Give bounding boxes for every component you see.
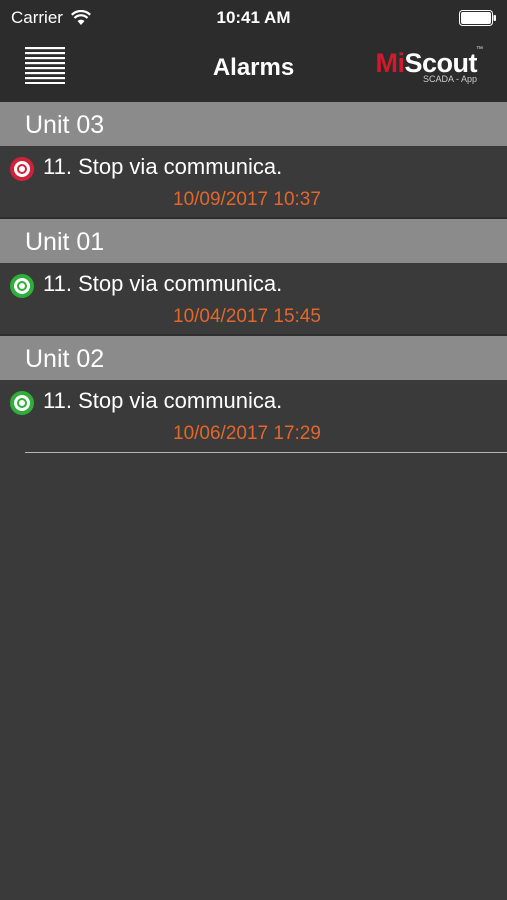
alarm-timestamp: 10/04/2017 15:45 [173, 306, 321, 327]
alarm-row[interactable]: 11. Stop via communica. 10/09/2017 10:37 [0, 146, 507, 219]
alarm-row[interactable]: 11. Stop via communica. 10/06/2017 17:29 [0, 380, 507, 453]
alarm-status-green-icon [10, 274, 34, 298]
status-time: 10:41 AM [216, 8, 291, 27]
alarm-row[interactable]: 11. Stop via communica. 10/04/2017 15:45 [0, 263, 507, 336]
miscout-logo: MiScout ™ SCADA - App [361, 44, 483, 88]
group-header-unit-02: Unit 02 [0, 336, 507, 380]
row-divider [25, 452, 507, 453]
group-header-unit-01: Unit 01 [0, 219, 507, 263]
alarm-message: 11. Stop via communica. [43, 271, 283, 296]
alarm-status-red-icon [10, 157, 34, 181]
logo-mi: Mi [375, 48, 405, 78]
alarm-status-green-icon [10, 391, 34, 415]
battery-icon [459, 10, 496, 26]
logo-trademark: ™ [476, 46, 483, 53]
alarm-timestamp: 10/06/2017 17:29 [173, 423, 321, 444]
logo-subtitle: SCADA - App [422, 74, 477, 84]
alarm-list: Unit 03 11. Stop via communica. 10/09/20… [0, 102, 507, 453]
status-bar: Carrier 10:41 AM [0, 0, 507, 36]
alarm-timestamp: 10/09/2017 10:37 [173, 189, 321, 210]
group-header-unit-03: Unit 03 [0, 102, 507, 146]
nav-bar: Alarms MiScout ™ SCADA - App [0, 36, 507, 102]
alarm-message: 11. Stop via communica. [43, 388, 283, 413]
alarm-message: 11. Stop via communica. [43, 154, 283, 179]
